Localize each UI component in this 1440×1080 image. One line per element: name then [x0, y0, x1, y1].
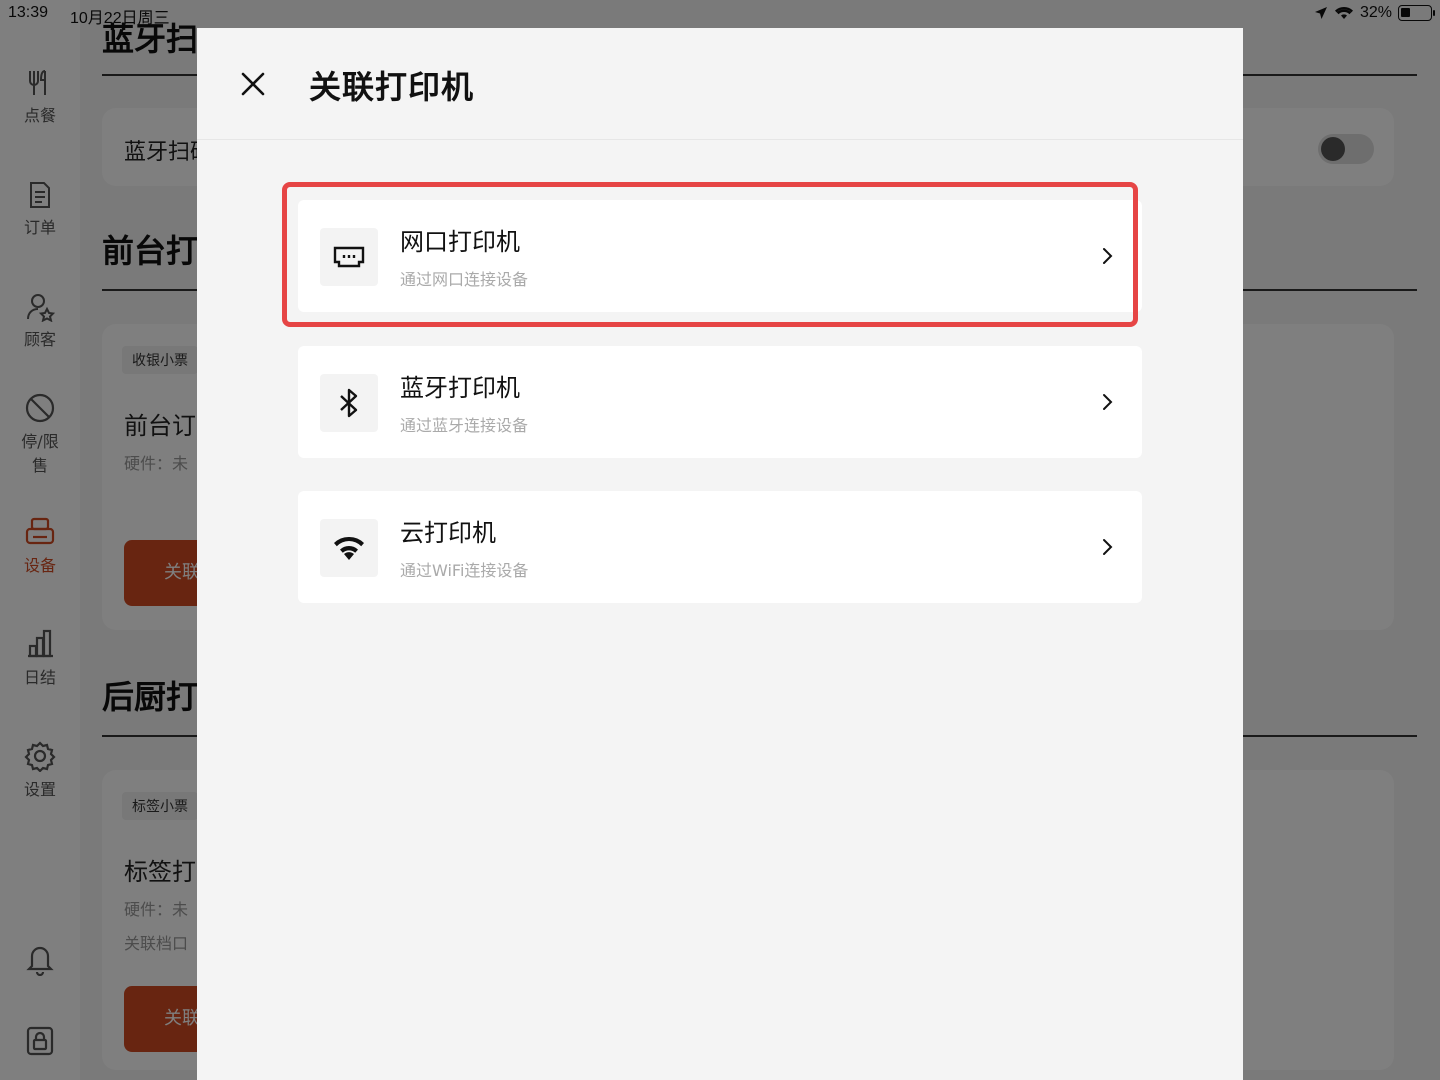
option-title: 云打印机: [400, 519, 496, 547]
link-printer-modal: 关联打印机 网口打印机 通过网口连接设备 蓝牙打印机 通过蓝牙连接设备 云打印机…: [197, 28, 1243, 1080]
option-subtitle: 通过WiFi连接设备: [400, 561, 529, 580]
option-title: 蓝牙打印机: [400, 374, 520, 402]
option-icon-box: [320, 374, 378, 432]
close-button[interactable]: [237, 68, 269, 100]
option-ethernet-printer[interactable]: 网口打印机 通过网口连接设备: [298, 200, 1142, 312]
option-subtitle: 通过蓝牙连接设备: [400, 416, 529, 435]
bluetooth-icon: [340, 388, 358, 418]
modal-header: 关联打印机: [197, 28, 1243, 140]
chevron-right-icon: [1103, 248, 1113, 264]
option-subtitle: 通过网口连接设备: [400, 270, 529, 289]
wifi-icon: [334, 536, 364, 560]
chevron-right-icon: [1103, 394, 1113, 410]
option-bluetooth-printer[interactable]: 蓝牙打印机 通过蓝牙连接设备: [298, 346, 1142, 458]
close-icon: [241, 72, 265, 96]
option-cloud-printer[interactable]: 云打印机 通过WiFi连接设备: [298, 491, 1142, 603]
modal-title: 关联打印机: [309, 68, 475, 106]
option-icon-box: [320, 228, 378, 286]
option-title: 网口打印机: [400, 228, 520, 256]
ethernet-port-icon: [333, 246, 365, 268]
chevron-right-icon: [1103, 539, 1113, 555]
option-icon-box: [320, 519, 378, 577]
